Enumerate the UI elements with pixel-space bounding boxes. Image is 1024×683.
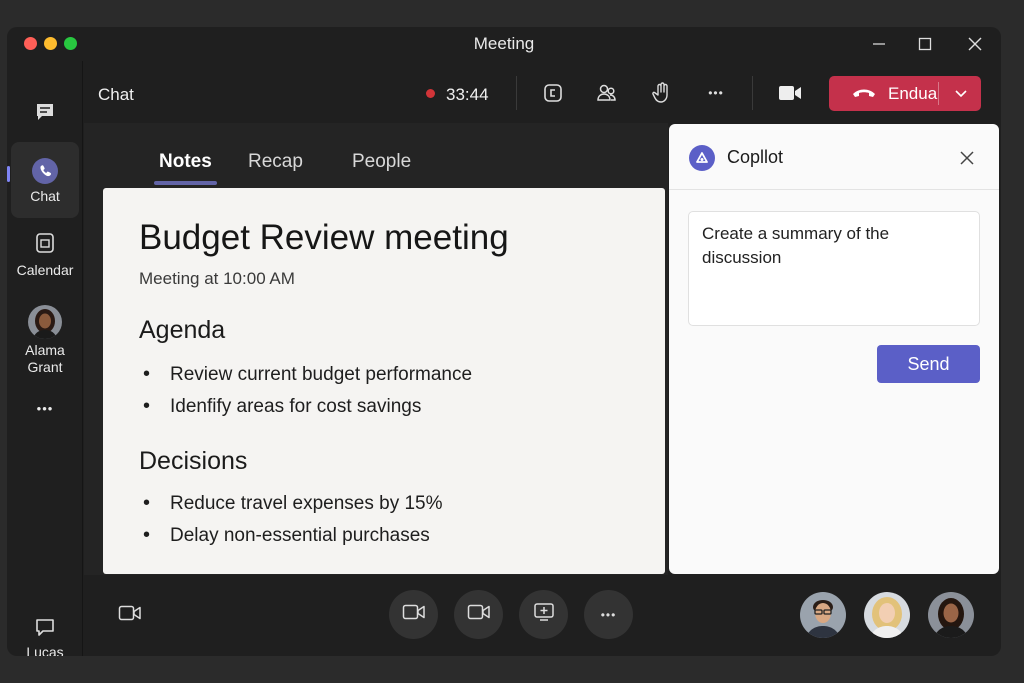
decision-item: Delay non-essential purchases: [143, 524, 430, 547]
rail-item-calendar[interactable]: Calendar: [11, 231, 79, 283]
participant-avatar[interactable]: [928, 592, 974, 638]
tab-active-underline: [154, 181, 217, 185]
participant-avatar[interactable]: [864, 592, 910, 638]
more-options-icon[interactable]: •••: [702, 79, 730, 107]
active-indicator: [7, 166, 10, 182]
leave-button[interactable]: Endua: [829, 76, 981, 111]
chat-outline-icon: [34, 619, 56, 642]
notes-subtitle: Meeting at 10:00 AM: [139, 269, 295, 288]
share-screen-icon: [533, 602, 555, 627]
toolbar-divider-2: [752, 76, 753, 110]
title-bar: Meeting: [7, 27, 1001, 61]
phone-icon: [32, 158, 58, 184]
notes-document[interactable]: Budget Review meeting Meeting at 10:00 A…: [103, 188, 665, 574]
rail-label-calendar: Calendar: [16, 262, 74, 278]
copilot-close-icon[interactable]: [957, 148, 977, 168]
decisions-heading: Decisions: [139, 447, 248, 475]
raise-hand-icon[interactable]: [648, 79, 676, 107]
hang-up-icon: [851, 86, 877, 105]
rail-label-contact-first: Alama: [25, 342, 65, 358]
video-outline-icon[interactable]: [118, 604, 142, 627]
leave-label: Endua: [888, 84, 938, 103]
more-actions-button[interactable]: •••: [584, 590, 633, 639]
rail-more-icon[interactable]: •••: [11, 401, 79, 416]
rail-item-lucas[interactable]: Lucas: [11, 617, 79, 656]
copilot-title: Copllot: [727, 147, 784, 167]
notes-title: Budget Review meeting: [139, 218, 509, 257]
people-icon[interactable]: [593, 79, 621, 107]
chat-toggle-icon[interactable]: [539, 79, 567, 107]
close-icon[interactable]: [960, 32, 990, 56]
rail-label-lucas: Lucas: [26, 644, 64, 656]
calendar-icon: [34, 233, 56, 258]
meeting-timer: 33:44: [446, 85, 489, 104]
camera-icon[interactable]: [776, 79, 804, 107]
video-settings-button[interactable]: [454, 590, 503, 639]
participant-avatar[interactable]: [800, 592, 846, 638]
toolbar-divider: [516, 76, 517, 110]
decision-item: Reduce travel expenses by 15%: [143, 492, 443, 515]
send-button[interactable]: Send: [877, 345, 980, 383]
tab-people[interactable]: People: [352, 151, 411, 173]
agenda-item: Review current budget performance: [143, 363, 472, 386]
rail-label-contact-last: Grant: [27, 359, 63, 375]
chevron-down-icon[interactable]: [954, 86, 968, 105]
chat-bubble-icon: [34, 104, 56, 126]
leave-split-divider: [938, 82, 939, 105]
rail-label-chat: Chat: [30, 188, 60, 204]
copilot-prompt-input[interactable]: Create a summary of the discussion: [688, 211, 980, 326]
copilot-panel: Copllot Create a summary of the discussi…: [669, 124, 999, 574]
video-icon: [402, 603, 426, 626]
maximize-icon[interactable]: [910, 32, 940, 56]
rail-chat-top[interactable]: [11, 101, 79, 127]
video-icon: [467, 603, 491, 626]
window-title: Meeting: [473, 34, 535, 53]
share-screen-button[interactable]: [519, 590, 568, 639]
agenda-item: Idenfify areas for cost savings: [143, 395, 421, 418]
tab-notes[interactable]: Notes: [159, 151, 212, 173]
rail-item-chat[interactable]: Chat: [7, 142, 79, 218]
app-rail: Chat Calendar Alama Grant ••• Lucas: [7, 61, 83, 656]
topbar-chat-label: Chat: [98, 85, 134, 104]
copilot-header: Copllot: [669, 124, 999, 190]
minimize-icon[interactable]: [864, 32, 894, 56]
tab-recap[interactable]: Recap: [248, 151, 303, 173]
rail-item-contact[interactable]: Alama Grant: [11, 305, 79, 379]
copilot-logo-icon: [689, 145, 715, 171]
recording-dot: [426, 89, 435, 98]
camera-toggle-button[interactable]: [389, 590, 438, 639]
agenda-heading: Agenda: [139, 316, 226, 344]
avatar: [28, 305, 62, 339]
